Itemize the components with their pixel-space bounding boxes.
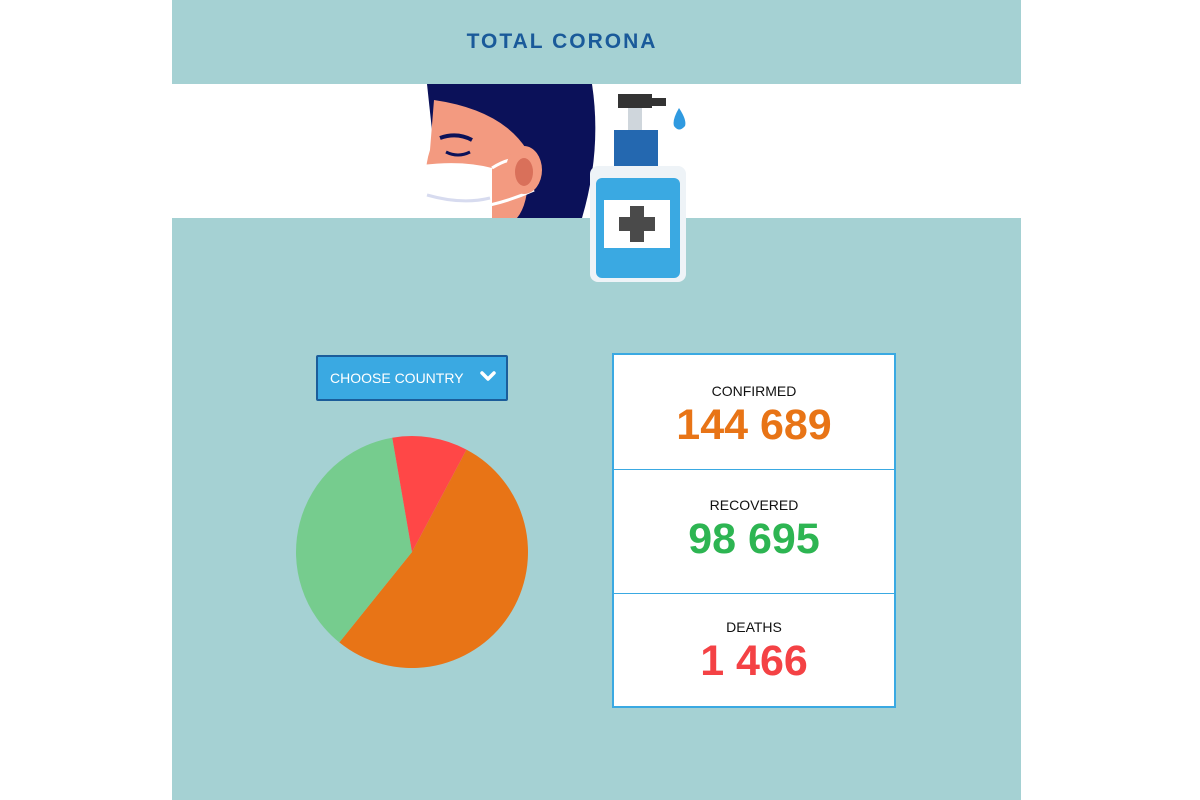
recovered-stat: RECOVERED 98 695	[614, 497, 894, 564]
recovered-value: 98 695	[688, 515, 820, 563]
app-container: TOTAL CORONA CHOOSE COUNTRY CONFIRMED 14…	[172, 0, 1021, 800]
deaths-label: DEATHS	[726, 619, 782, 635]
hand-sanitizer-illustration	[590, 94, 686, 282]
masked-person-illustration	[417, 84, 596, 218]
chevron-down-icon	[480, 371, 496, 381]
dropdown-label: CHOOSE COUNTRY	[330, 370, 464, 386]
divider	[614, 593, 894, 594]
divider	[614, 469, 894, 470]
confirmed-label: CONFIRMED	[711, 383, 797, 399]
recovered-label: RECOVERED	[709, 497, 799, 513]
choose-country-dropdown[interactable]: CHOOSE COUNTRY	[316, 355, 508, 401]
confirmed-stat: CONFIRMED 144 689	[614, 383, 894, 450]
stats-panel: CONFIRMED 144 689 RECOVERED 98 695 DEATH…	[612, 353, 896, 708]
cases-pie-chart	[296, 436, 528, 668]
confirmed-value: 144 689	[676, 401, 832, 449]
banner-illustration	[417, 84, 686, 282]
deaths-value: 1 466	[700, 637, 808, 685]
deaths-stat: DEATHS 1 466	[614, 619, 894, 686]
